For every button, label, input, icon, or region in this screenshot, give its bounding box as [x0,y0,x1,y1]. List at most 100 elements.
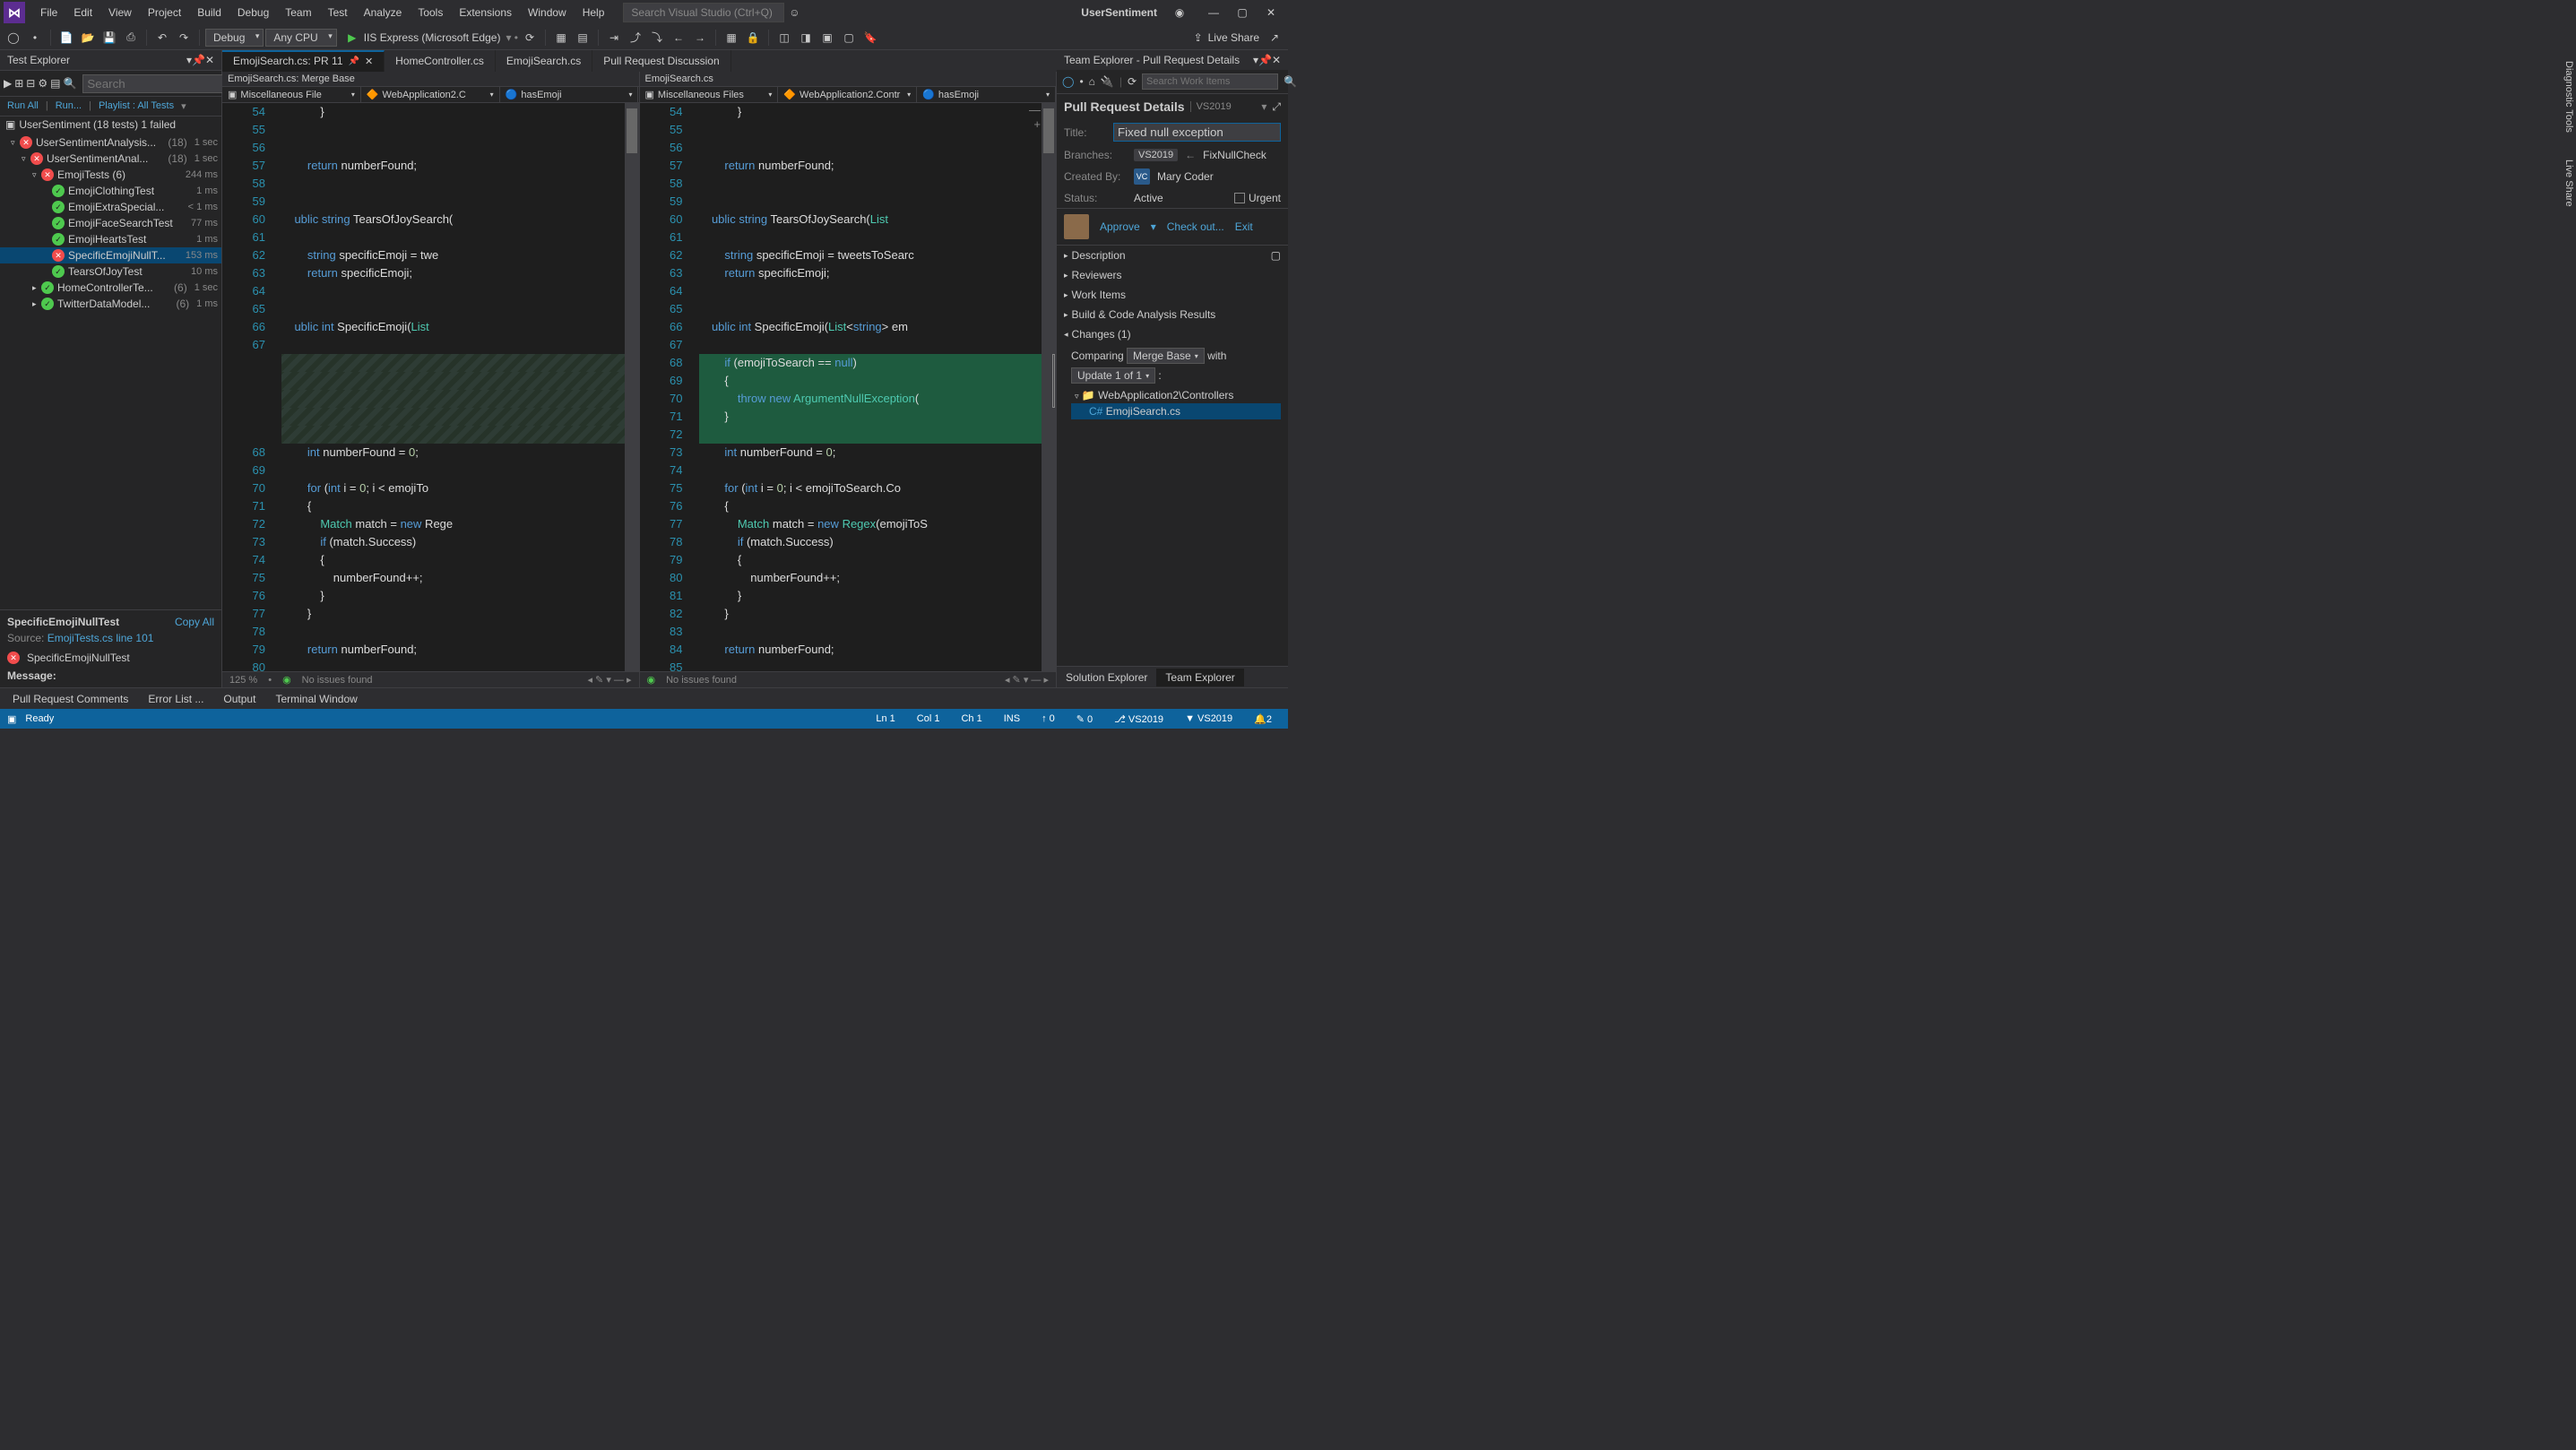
menu-project[interactable]: Project [140,3,189,22]
changed-file[interactable]: EmojiSearch.cs [1106,405,1180,418]
source-link[interactable]: EmojiTests.cs line 101 [48,632,154,644]
user-avatar-icon[interactable]: ◉ [1170,3,1189,22]
document-tab[interactable]: HomeController.cs [385,50,496,72]
pin-icon[interactable]: 📌 [192,54,205,66]
copy-all-link[interactable]: Copy All [175,616,214,628]
test-row[interactable]: ✓EmojiClothingTest1 ms [0,183,221,199]
branch-indicator[interactable]: ⎇ VS2019 [1105,713,1172,725]
settings-icon[interactable]: ⚙ [38,73,48,93]
menu-edit[interactable]: Edit [65,3,100,22]
bottom-tab[interactable]: Output [214,690,264,708]
menu-test[interactable]: Test [320,3,356,22]
search-icon[interactable]: 🔍 [63,73,76,93]
scrollbar[interactable] [625,103,639,671]
menu-debug[interactable]: Debug [229,3,277,22]
run-all-icon[interactable]: ▶ [4,73,12,93]
minimize-button[interactable]: — [1200,2,1227,23]
changed-folder[interactable]: WebApplication2\Controllers [1098,389,1233,401]
add-icon[interactable]: + [1033,116,1041,134]
repo-indicator[interactable]: ▼ VS2019 [1176,713,1241,725]
close-button[interactable]: ✕ [1258,2,1284,23]
playlist-link[interactable]: Playlist : All Tests [99,100,174,112]
grid-icon[interactable]: ▦ [722,28,741,47]
maximize-button[interactable]: ▢ [1229,2,1256,23]
test-row[interactable]: ▿✕UserSentimentAnalysis...(18)1 sec [0,134,221,151]
exit-button[interactable]: Exit [1235,220,1253,233]
upload-icon[interactable]: ↑ 0 [1033,713,1064,725]
nav-dropdown[interactable]: 🔵hasEmoji [500,87,639,102]
step-icon[interactable]: ⇥ [604,28,624,47]
save-icon[interactable]: 💾 [99,28,119,47]
right-editor[interactable]: 5455565758596061626364656667686970717273… [640,103,1057,671]
forward-button[interactable]: • [25,28,45,47]
bottom-tab[interactable]: Pull Request Comments [4,690,137,708]
run-button[interactable]: ▶ [342,28,362,47]
menu-window[interactable]: Window [520,3,575,22]
step-out-icon[interactable]: ⤴ [626,28,645,47]
home-icon[interactable]: ⌂ [1089,75,1095,88]
pr-section[interactable]: ▸Build & Code Analysis Results [1057,305,1288,324]
test-row[interactable]: ✓EmojiExtraSpecial...< 1 ms [0,199,221,215]
document-tab[interactable]: Pull Request Discussion [592,50,730,72]
new-project-icon[interactable]: 📄 [56,28,76,47]
test-row[interactable]: ✕SpecificEmojiNullT...153 ms [0,247,221,263]
pr-title-input[interactable] [1113,123,1281,142]
nav-dropdown[interactable]: ▣Miscellaneous File [222,87,361,102]
update-dropdown[interactable]: Update 1 of 1 [1071,367,1155,384]
back-button[interactable]: ◯ [4,28,23,47]
menu-view[interactable]: View [100,3,140,22]
refresh-icon[interactable]: ⟳ [1128,75,1137,88]
live-share-tab[interactable]: Live Share [2562,152,2576,214]
pin-icon[interactable]: 📌 [1258,54,1272,66]
menu-extensions[interactable]: Extensions [451,3,520,22]
pr-section[interactable]: ▸Reviewers [1057,265,1288,285]
solution-explorer-tab[interactable]: Solution Explorer [1057,669,1156,686]
approve-button[interactable]: Approve [1100,220,1140,233]
pr-section[interactable]: ▸Description▢ [1057,246,1288,265]
lock-icon[interactable]: 🔒 [743,28,763,47]
run-link[interactable]: Run... [56,100,82,112]
plug-icon[interactable]: 🔌 [1101,75,1114,88]
group-by-icon[interactable]: ⊞ [14,73,23,93]
pr-section[interactable]: ▸Work Items [1057,285,1288,305]
run-all-link[interactable]: Run All [7,100,39,112]
left-editor[interactable]: 5455565758596061626364656667686970717273… [222,103,639,671]
menu-build[interactable]: Build [189,3,229,22]
target-branch[interactable]: VS2019 [1134,149,1178,161]
checkout-button[interactable]: Check out... [1167,220,1224,233]
run-target[interactable]: IIS Express (Microsoft Edge) [364,31,501,44]
menu-file[interactable]: File [32,3,65,22]
test-row[interactable]: ▸✓TwitterDataModel...(6)1 ms [0,296,221,312]
nav-dropdown[interactable]: 🔶WebApplication2.Contr [778,87,917,102]
source-branch[interactable]: FixNullCheck [1203,149,1266,161]
nav-dropdown[interactable]: ▣Miscellaneous Files [640,87,779,102]
search-icon[interactable]: 🔍 [1284,75,1297,88]
nav-prev-icon[interactable]: ← [669,28,688,47]
edits-icon[interactable]: ✎ 0 [1068,713,1102,725]
zoom-level[interactable]: 125 % [229,675,257,686]
test-row[interactable]: ✓EmojiFaceSearchTest77 ms [0,215,221,231]
urgent-checkbox[interactable] [1234,193,1245,203]
test-row[interactable]: ▸✓HomeControllerTe...(6)1 sec [0,280,221,296]
test-row[interactable]: ✓EmojiHeartsTest1 ms [0,231,221,247]
back-icon[interactable]: ◯ [1062,75,1074,88]
menu-analyze[interactable]: Analyze [356,3,411,22]
filter-icon[interactable]: ▤ [50,73,60,93]
work-items-search[interactable] [1142,73,1278,90]
step-over-icon[interactable]: ⤵ [647,28,667,47]
live-share-button[interactable]: Live Share [1208,31,1259,44]
layout-icon-3[interactable]: ▣ [817,28,837,47]
compare-dropdown[interactable]: Merge Base [1127,348,1205,364]
nav-dropdown[interactable]: 🔶WebApplication2.C [361,87,500,102]
scrollbar[interactable] [1042,103,1056,671]
close-panel-icon[interactable]: ✕ [205,54,214,66]
forward-icon[interactable]: • [1079,75,1083,88]
layout-icon-4[interactable]: ▢ [839,28,859,47]
menu-help[interactable]: Help [575,3,613,22]
test-row[interactable]: ▿✕EmojiTests (6)244 ms [0,167,221,183]
document-tab[interactable]: EmojiSearch.cs: PR 11 📌 ✕ [222,50,385,72]
platform-dropdown[interactable]: Any CPU [265,29,336,47]
test-row[interactable]: ▿✕UserSentimentAnal...(18)1 sec [0,151,221,167]
diagnostic-tools-tab[interactable]: Diagnostic Tools [2562,54,2576,140]
undo-icon[interactable]: ↶ [152,28,172,47]
